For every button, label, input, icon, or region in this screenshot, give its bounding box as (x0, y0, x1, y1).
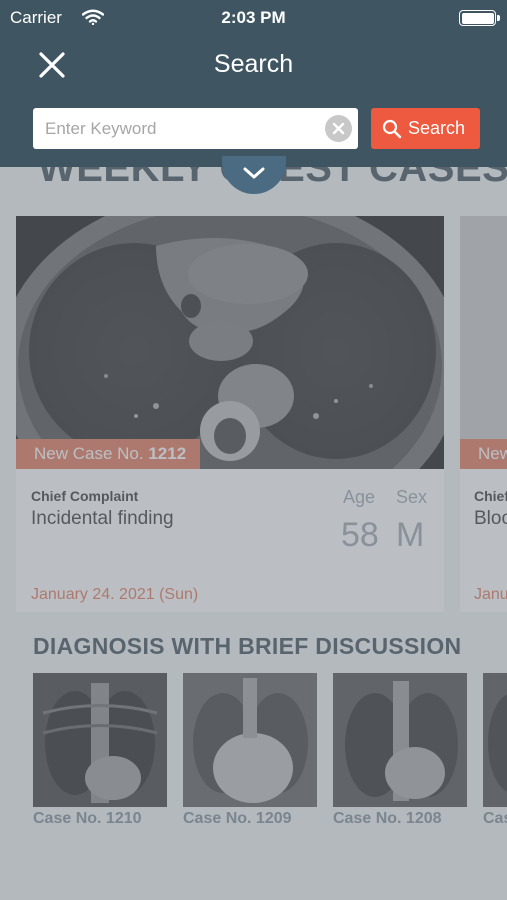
battery-icon (459, 10, 496, 26)
search-input[interactable] (33, 108, 318, 149)
header-title: Search (213, 50, 294, 78)
search-icon (382, 119, 402, 139)
clear-icon (332, 122, 345, 135)
status-bar: Carrier 2:03 PM (0, 0, 507, 36)
search-header: Carrier 2:03 PM Search Search (0, 0, 507, 167)
battery-tip (497, 15, 500, 21)
search-field (33, 108, 358, 149)
search-button-label: Search (408, 118, 466, 138)
chevron-down-icon (243, 167, 265, 179)
status-time: 2:03 PM (221, 8, 286, 27)
search-button[interactable]: Search (371, 108, 480, 149)
clear-button[interactable] (325, 115, 352, 142)
